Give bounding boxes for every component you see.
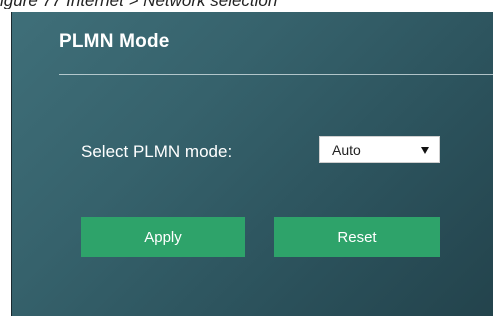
caret-down-icon [421,147,429,154]
title-divider [59,74,493,75]
figure-caption: igure 77 Internet > Network selection [0,0,493,9]
reset-button[interactable]: Reset [274,217,440,257]
plmn-mode-label: Select PLMN mode: [81,142,233,161]
plmn-mode-panel: PLMN Mode Select PLMN mode: Auto Apply R… [11,12,493,316]
plmn-mode-select[interactable]: Auto [319,136,440,163]
panel-title: PLMN Mode [59,31,170,52]
apply-button[interactable]: Apply [81,217,245,257]
plmn-mode-select-value: Auto [332,142,361,158]
